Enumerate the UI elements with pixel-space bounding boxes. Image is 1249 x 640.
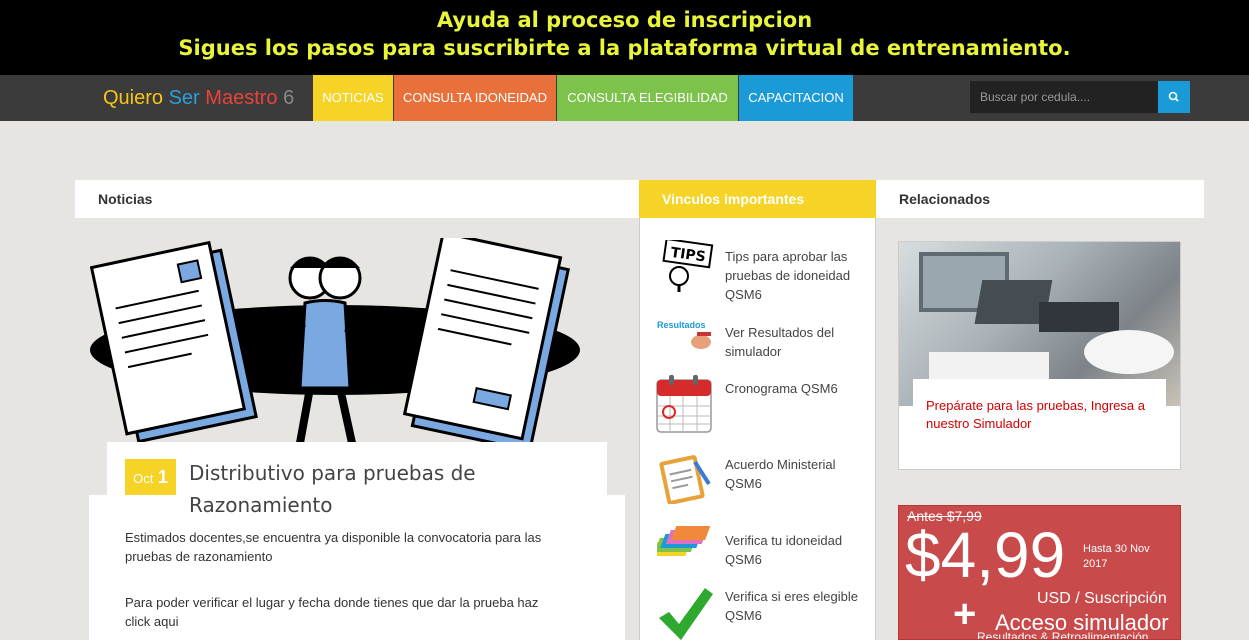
- calendar-icon: [656, 375, 712, 433]
- nav-capacitacion[interactable]: CAPACITACION: [739, 75, 853, 121]
- article-title[interactable]: Distributivo para pruebas de Razonamient…: [189, 457, 509, 521]
- link-elegible[interactable]: Verifica si eres elegible QSM6: [725, 587, 865, 625]
- promo-card[interactable]: Antes $7,99 $4,99 Hasta 30 Nov 2017 USD …: [898, 505, 1181, 640]
- banner-subtitle: Sigues los pasos para suscribirte a la p…: [178, 36, 1071, 60]
- article-paragraph-2[interactable]: Para poder verificar el lugar y fecha do…: [125, 593, 565, 631]
- article-illustration: [90, 238, 580, 443]
- resultados-icon: Resultados: [657, 318, 715, 352]
- link-tips[interactable]: Tips para aprobar las pruebas de idoneid…: [725, 247, 865, 304]
- clipboard-icon: [659, 455, 711, 504]
- link-resultados[interactable]: Ver Resultados del simulador: [725, 323, 865, 361]
- nav-consulta-idoneidad[interactable]: CONSULTA IDONEIDAD: [394, 75, 556, 121]
- promo-results: Resultados & Retroalimentación: [977, 630, 1149, 640]
- simulador-caption[interactable]: Prepárate para las pruebas, Ingresa a nu…: [926, 397, 1156, 433]
- date-day: 1: [157, 467, 168, 487]
- date-month: Oct: [133, 471, 154, 486]
- link-acuerdo[interactable]: Acuerdo Ministerial QSM6: [725, 455, 865, 493]
- promo-until: Hasta 30 Nov 2017: [1083, 543, 1150, 570]
- top-banner: Ayuda al proceso de inscripcion Sigues l…: [0, 0, 1249, 75]
- banner-title: Ayuda al proceso de inscripcion: [436, 8, 813, 32]
- promo-price: $4,99: [905, 519, 1066, 591]
- search-input[interactable]: Buscar por cedula....: [970, 81, 1158, 113]
- relacionados-heading: Relacionados: [876, 180, 1204, 218]
- link-idoneidad[interactable]: Verifica tu idoneidad QSM6: [725, 531, 865, 569]
- article-paragraph-1: Estimados docentes,se encuentra ya dispo…: [125, 530, 542, 564]
- brand-word-1: Quiero: [103, 87, 164, 109]
- promo-unit: USD / Suscripción: [1037, 590, 1167, 607]
- brand-word-2: Ser: [168, 87, 200, 109]
- checkmark-icon: [659, 588, 713, 640]
- brand-word-4: 6: [283, 87, 295, 109]
- brand-logo[interactable]: Quiero Ser Maestro 6: [103, 87, 294, 109]
- folders-icon: [657, 526, 711, 556]
- main-navbar: Quiero Ser Maestro 6 NOTICIAS CONSULTA I…: [0, 75, 1249, 121]
- vinculos-heading: Vinculos importantes: [639, 180, 876, 218]
- promo-plus: +: [953, 592, 977, 636]
- nav-noticias[interactable]: NOTICIAS: [313, 75, 393, 121]
- link-cronograma[interactable]: Cronograma QSM6: [725, 379, 865, 398]
- brand-word-3: Maestro: [205, 87, 278, 109]
- noticias-heading: Noticias: [75, 180, 639, 218]
- search-button[interactable]: [1158, 81, 1190, 113]
- nav-consulta-elegibilidad[interactable]: CONSULTA ELEGIBILIDAD: [557, 75, 738, 121]
- search-icon: [1168, 91, 1179, 102]
- date-badge: Oct 1: [125, 459, 176, 495]
- tips-icon: TIPS: [662, 240, 714, 292]
